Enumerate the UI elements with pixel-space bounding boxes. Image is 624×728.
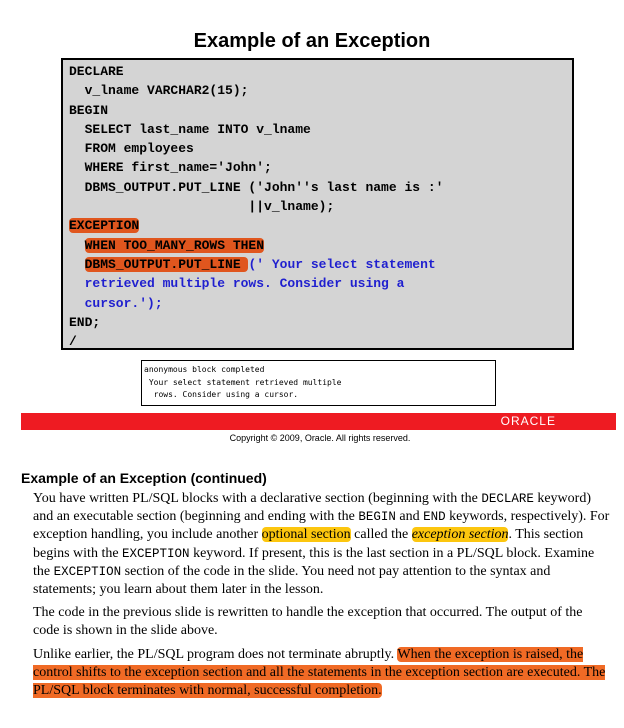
code-line: /: [69, 334, 77, 350]
code-line: ||v_lname);: [69, 199, 335, 215]
code-line: FROM employees: [69, 141, 194, 157]
text: Unlike earlier, the PL/SQL program does …: [33, 646, 398, 662]
code-line: DBMS_OUTPUT.PUT_LINE ('John''s last name…: [69, 179, 444, 195]
code-text: DECLARE v_lname VARCHAR2(15); BEGIN SELE…: [69, 62, 443, 351]
when-clause-highlight: WHEN TOO_MANY_ROWS THEN: [84, 237, 265, 253]
highlight: exception section: [411, 527, 509, 543]
slide-title: Example of an Exception: [193, 30, 431, 52]
keyword: BEGIN: [358, 510, 396, 525]
text: and: [395, 509, 424, 525]
code-line: BEGIN: [69, 102, 109, 118]
dbms-output-highlight: DBMS_OUTPUT.PUT_LINE: [84, 256, 249, 272]
output-line: Your select statement retrieved multiple: [144, 377, 342, 387]
code-line: END;: [69, 314, 101, 330]
code-line: WHERE first_name='John';: [69, 160, 272, 176]
keyword: END: [423, 510, 446, 525]
keyword: DECLARE: [481, 492, 534, 506]
output-line: anonymous block completed: [144, 365, 265, 374]
string-literal: cursor.');: [69, 295, 163, 311]
exception-keyword-highlight: EXCEPTION: [69, 218, 140, 234]
code-line: v_lname VARCHAR2(15);: [69, 83, 249, 99]
keyword: EXCEPTION: [122, 546, 190, 561]
code-line: DECLARE: [69, 64, 124, 79]
text: called the: [350, 527, 412, 543]
code-line: SELECT last_name INTO v_lname: [69, 121, 311, 137]
output-text: anonymous block completed Your select st…: [144, 364, 341, 402]
output-panel: anonymous block completed Your select st…: [141, 360, 496, 406]
notes-title: Example of an Exception (continued): [21, 470, 267, 486]
notes-body: You have written PL/SQL blocks with a de…: [33, 490, 611, 705]
string-literal: retrieved multiple rows. Consider using …: [69, 276, 405, 292]
oracle-logo: ORACLE: [500, 414, 556, 428]
paragraph: Unlike earlier, the PL/SQL program does …: [33, 646, 611, 701]
text: You have written PL/SQL blocks with a de…: [33, 491, 482, 506]
highlight: optional section: [261, 527, 351, 543]
code-block: DECLARE v_lname VARCHAR2(15); BEGIN SELE…: [61, 58, 574, 350]
paragraph: The code in the previous slide is rewrit…: [33, 605, 583, 639]
brand-bar: ORACLE: [21, 413, 616, 430]
output-line: rows. Consider using a cursor.: [144, 390, 299, 399]
copyright-notice: Copyright © 2009, Oracle. All rights res…: [229, 433, 411, 443]
keyword: EXCEPTION: [53, 564, 122, 579]
paragraph: You have written PL/SQL blocks with a de…: [33, 490, 611, 599]
string-literal: (' Your select statement: [248, 256, 436, 272]
